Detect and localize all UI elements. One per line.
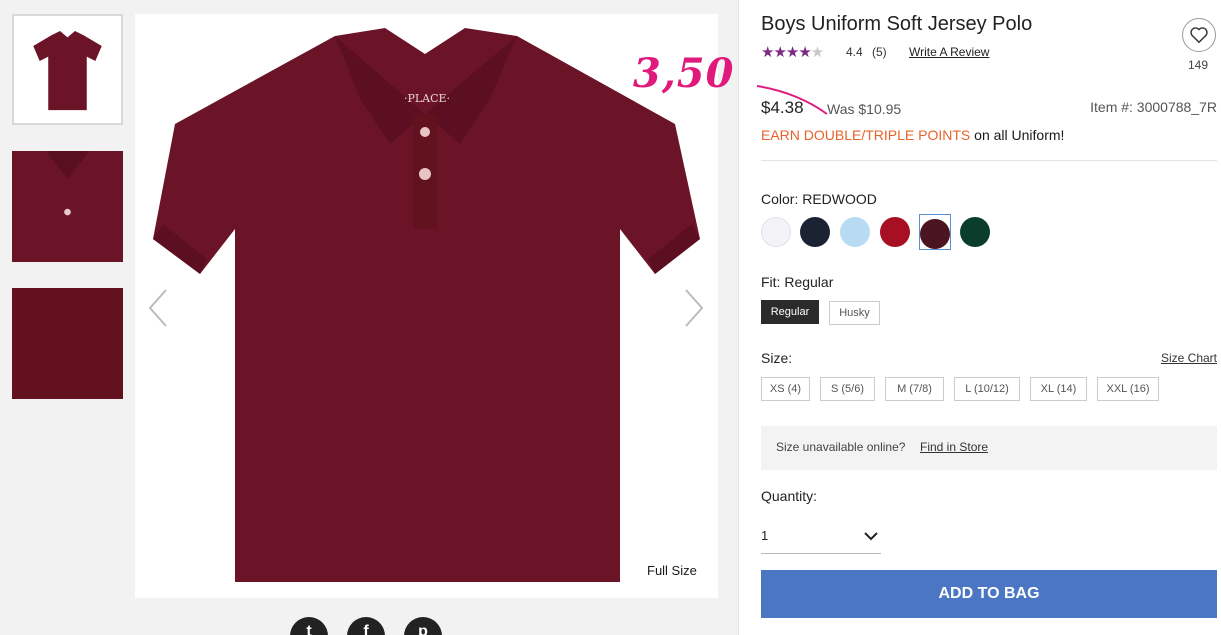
handwritten-price-note: 3,50 xyxy=(633,50,735,97)
size-label: Size: xyxy=(761,350,793,366)
favorite-count: 149 xyxy=(1188,58,1209,72)
review-count: (5) xyxy=(872,45,887,59)
add-to-bag-button[interactable]: ADD TO BAG xyxy=(761,570,1217,618)
rating-value: 4.4 xyxy=(846,45,863,59)
product-gallery: ·PLACE· 3,50 Full Size t f p xyxy=(0,0,738,635)
size-option-xs[interactable]: XS (4) xyxy=(761,377,810,401)
size-option-m[interactable]: M (7/8) xyxy=(885,377,944,401)
quantity-select[interactable]: 1 xyxy=(761,522,881,554)
color-swatch-light-blue[interactable] xyxy=(840,217,870,247)
quantity-label: Quantity: xyxy=(761,488,818,504)
color-swatch-navy[interactable] xyxy=(800,217,830,247)
size-unavailable-text: Size unavailable online? xyxy=(776,440,906,454)
color-swatch-redwood[interactable] xyxy=(920,219,950,249)
heart-icon xyxy=(1190,27,1208,43)
write-review-link[interactable]: Write A Review xyxy=(909,45,989,59)
svg-text:·PLACE·: ·PLACE· xyxy=(404,92,450,105)
was-price: Was $10.95 xyxy=(827,101,902,117)
size-option-xl[interactable]: XL (14) xyxy=(1030,377,1087,401)
rating-stars: ★★★★★ xyxy=(761,44,824,61)
thumbnail-front[interactable] xyxy=(12,14,123,125)
pinterest-share-icon[interactable]: p xyxy=(404,617,442,635)
size-option-l[interactable]: L (10/12) xyxy=(954,377,1020,401)
price-strikethrough-mark xyxy=(756,85,828,115)
earn-points-promo: EARN DOUBLE/TRIPLE POINTS on all Uniform… xyxy=(761,127,1064,143)
divider xyxy=(761,160,1217,161)
thumbnail-collar[interactable] xyxy=(12,151,123,262)
find-in-store-link[interactable]: Find in Store xyxy=(920,440,988,454)
earn-points-highlight: EARN DOUBLE/TRIPLE POINTS xyxy=(761,127,971,143)
main-product-image: ·PLACE· xyxy=(135,14,718,598)
size-option-s[interactable]: S (5/6) xyxy=(820,377,875,401)
chevron-down-icon xyxy=(864,532,878,541)
color-swatch-white[interactable] xyxy=(761,217,791,247)
previous-image-arrow[interactable] xyxy=(146,288,170,328)
product-details: Boys Uniform Soft Jersey Polo ★★★★★ 4.4 … xyxy=(738,0,1221,635)
fit-label: Fit: Regular xyxy=(761,274,834,290)
color-swatch-red[interactable] xyxy=(880,217,910,247)
earn-points-text: on all Uniform! xyxy=(970,127,1065,143)
facebook-share-icon[interactable]: f xyxy=(347,617,385,635)
item-number: Item #: 3000788_7R xyxy=(1090,99,1217,115)
next-image-arrow[interactable] xyxy=(682,288,706,328)
twitter-share-icon[interactable]: t xyxy=(290,617,328,635)
size-chart-link[interactable]: Size Chart xyxy=(1161,351,1217,365)
fit-option-regular[interactable]: Regular xyxy=(761,300,819,324)
color-swatch-green[interactable] xyxy=(960,217,990,247)
quantity-value: 1 xyxy=(761,528,769,543)
size-option-xxl[interactable]: XXL (16) xyxy=(1097,377,1159,401)
find-in-store-box: Size unavailable online? Find in Store xyxy=(761,426,1217,470)
fit-option-husky[interactable]: Husky xyxy=(829,301,880,325)
favorite-button[interactable] xyxy=(1182,18,1216,52)
color-label: Color: REDWOOD xyxy=(761,191,877,207)
thumbnail-fabric[interactable] xyxy=(12,288,123,399)
product-title: Boys Uniform Soft Jersey Polo xyxy=(761,13,1033,35)
full-size-link[interactable]: Full Size xyxy=(647,563,697,578)
